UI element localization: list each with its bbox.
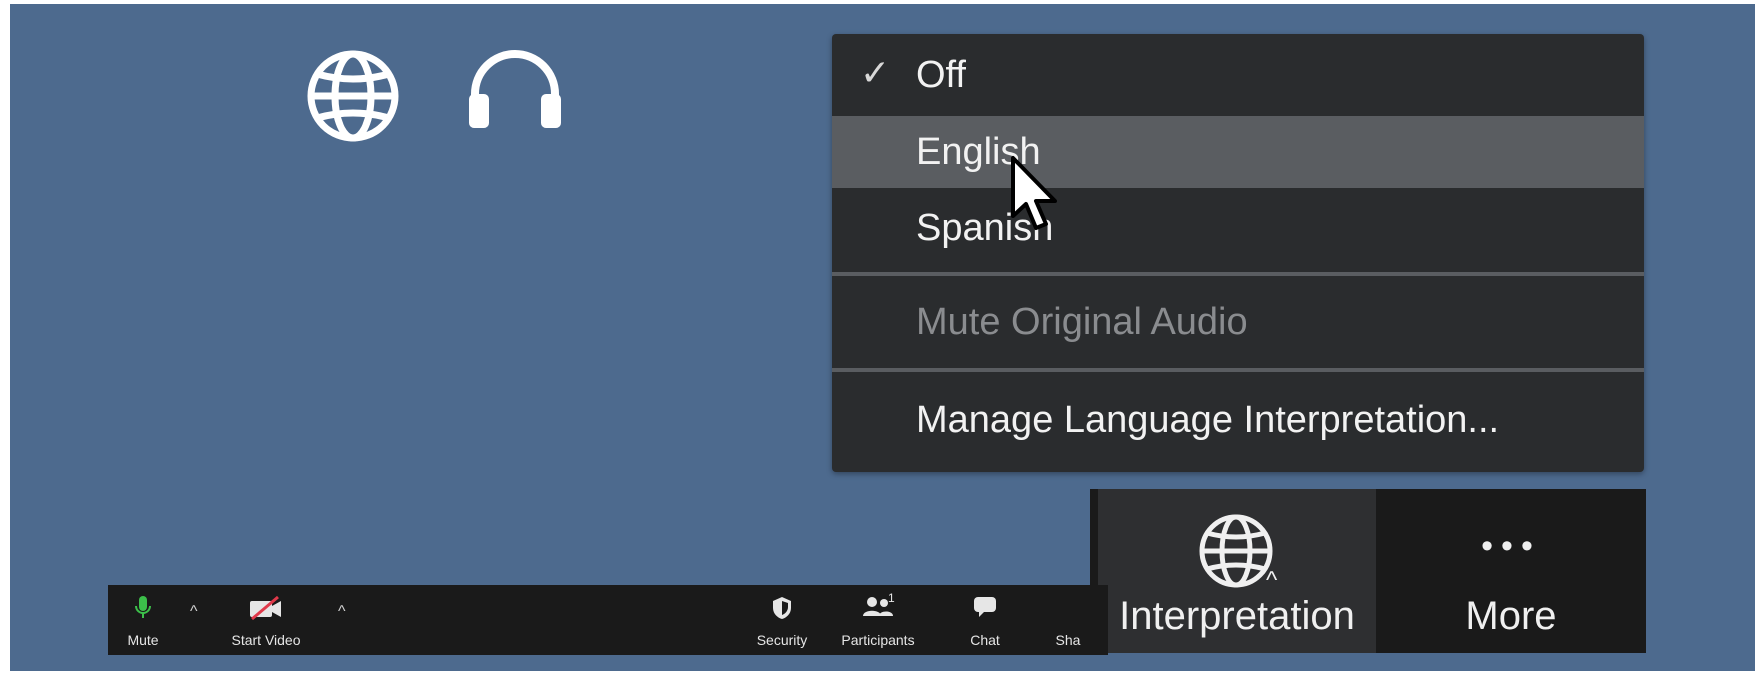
headphones-icon — [465, 48, 565, 134]
participants-label: Participants — [841, 632, 915, 648]
checkmark-icon: ✓ — [860, 52, 891, 94]
interpretation-button[interactable]: ^ Interpretation — [1098, 489, 1376, 653]
globe-icon — [1196, 511, 1276, 596]
more-label: More — [1465, 594, 1557, 638]
video-off-icon — [248, 595, 284, 626]
share-screen-button[interactable]: Sha — [1048, 585, 1088, 655]
menu-divider — [832, 272, 1644, 276]
menu-item-spanish[interactable]: Spanish — [832, 188, 1644, 268]
mute-button[interactable]: Mute — [120, 585, 166, 655]
interpretation-menu: ✓ Off English Spanish Mute Original Audi… — [832, 34, 1644, 472]
menu-item-label: Off — [916, 54, 966, 96]
more-button[interactable]: ••• More — [1376, 489, 1646, 653]
toolbar-zoomed: ^ Interpretation ••• More — [1090, 489, 1646, 653]
meeting-toolbar: Mute ^ Start Video ^ Security 1 Particip… — [108, 585, 1108, 655]
menu-divider — [832, 368, 1644, 372]
chevron-up-icon[interactable]: ^ — [190, 603, 198, 621]
mouse-pointer-icon — [1009, 154, 1065, 239]
participants-button[interactable]: 1 Participants — [830, 585, 926, 655]
mute-label: Mute — [127, 632, 159, 648]
menu-item-mute-original-audio: Mute Original Audio — [832, 278, 1644, 366]
chat-icon — [972, 595, 998, 624]
start-video-button[interactable]: Start Video — [224, 585, 308, 655]
interpretation-label: Interpretation — [1119, 594, 1355, 638]
participants-count: 1 — [888, 591, 895, 605]
more-dots-icon: ••• — [1481, 527, 1541, 565]
microphone-icon — [134, 595, 152, 626]
menu-item-off[interactable]: ✓ Off — [832, 34, 1644, 116]
chevron-up-icon[interactable]: ^ — [338, 603, 346, 621]
shield-icon — [771, 595, 793, 626]
globe-icon — [305, 48, 401, 144]
security-button[interactable]: Security — [748, 585, 816, 655]
meeting-background: ✓ Off English Spanish Mute Original Audi… — [10, 4, 1755, 671]
chevron-up-icon[interactable]: ^ — [1266, 567, 1277, 595]
menu-item-label: Mute Original Audio — [916, 301, 1248, 343]
security-label: Security — [756, 632, 808, 648]
menu-item-manage-language-interpretation[interactable]: Manage Language Interpretation... — [832, 374, 1644, 466]
menu-item-label: Manage Language Interpretation... — [916, 399, 1500, 441]
chat-button[interactable]: Chat — [960, 585, 1010, 655]
menu-item-english[interactable]: English — [832, 116, 1644, 188]
share-label: Sha — [1055, 632, 1081, 648]
start-video-label: Start Video — [231, 632, 301, 648]
chat-label: Chat — [970, 632, 1000, 648]
